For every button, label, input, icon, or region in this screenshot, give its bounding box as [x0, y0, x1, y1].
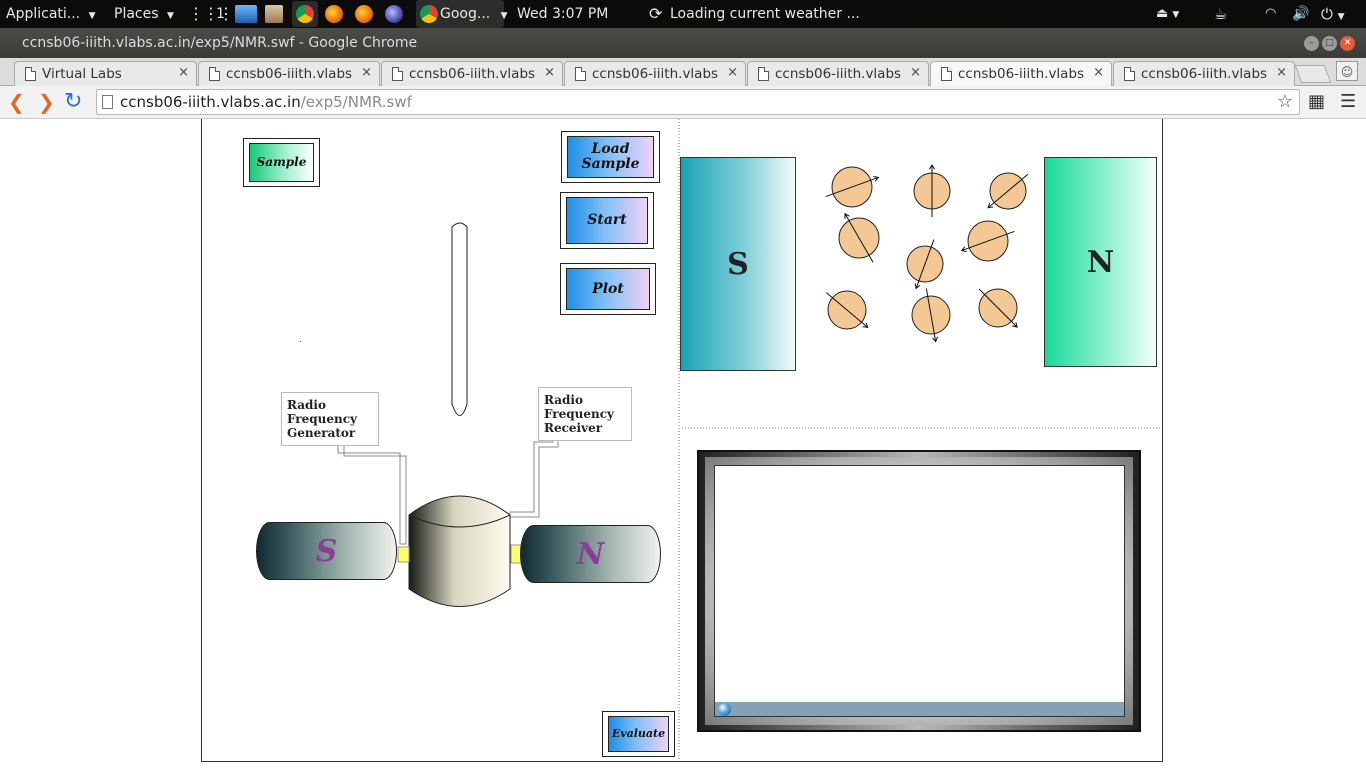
bookmark-star-icon[interactable]: ☆ — [1277, 90, 1293, 114]
browser-toolbar: ❮ ❯ ↻ ccnsb06-iiith.vlabs.ac.in/exp5/NMR… — [0, 86, 1366, 119]
tab-label: ccnsb06-iiith.vlabs — [775, 66, 902, 82]
tab-label: ccnsb06-iiith.vlabs — [592, 66, 719, 82]
page-icon — [941, 67, 952, 81]
tab-label: Virtual Labs — [42, 66, 122, 82]
tab-ccnsb06-1[interactable]: ccnsb06-iiith.vlabs × — [198, 61, 380, 87]
coffee-icon[interactable]: ☕ — [1214, 0, 1227, 28]
sample-cylinder — [408, 495, 511, 607]
wifi-icon[interactable]: ◠ — [1265, 0, 1276, 28]
window-title: ccnsb06-iiith.vlabs.ac.in/exp5/NMR.swf -… — [22, 35, 418, 51]
reload-icon[interactable]: ↻ — [64, 90, 82, 114]
chrome-icon — [420, 5, 438, 23]
applications-menu-label: Applicati... — [6, 6, 81, 22]
tab-virtual-labs[interactable]: Virtual Labs × — [14, 61, 197, 87]
rf-generator-label: Radio Frequency Generator — [281, 392, 379, 446]
page-icon — [1124, 67, 1135, 81]
workspace-number[interactable]: 1 — [216, 0, 225, 28]
tab-ccnsb06-2[interactable]: ccnsb06-iiith.vlabs × — [381, 61, 563, 87]
big-magnet-south-label: S — [727, 246, 749, 282]
url-path: /exp5/NMR.swf — [300, 93, 412, 111]
address-bar[interactable]: ccnsb06-iiith.vlabs.ac.in/exp5/NMR.swf ☆ — [96, 89, 1300, 115]
back-icon[interactable]: ❮ — [8, 90, 25, 114]
profile-icon[interactable]: ☺ — [1336, 61, 1358, 81]
rf-connector-left — [397, 546, 410, 563]
tab-close-icon[interactable]: × — [1276, 65, 1287, 80]
screen-taskbar — [715, 702, 1124, 716]
eject-icon[interactable]: ⏏ ▼ — [1156, 0, 1179, 28]
places-menu[interactable]: Places ▼ — [114, 0, 174, 28]
tab-close-icon[interactable]: × — [178, 65, 189, 80]
tab-ccnsb06-3[interactable]: ccnsb06-iiith.vlabs × — [564, 61, 746, 87]
files-icon[interactable] — [265, 5, 283, 23]
new-tab-button[interactable] — [1294, 65, 1332, 83]
forward-icon[interactable]: ❯ — [38, 90, 55, 114]
page-icon — [575, 67, 586, 81]
magnet-north-label: N — [576, 537, 605, 572]
url-host: ccnsb06-iiith.vlabs.ac.in — [120, 93, 301, 111]
volume-icon[interactable]: 🔊 — [1292, 0, 1309, 28]
tab-ccnsb06-6[interactable]: ccnsb06-iiith.vlabs × — [1113, 61, 1295, 87]
maximize-button[interactable]: □ — [1322, 36, 1337, 51]
screen-icon[interactable] — [235, 5, 257, 23]
workspace-grid-icon[interactable]: ⋮⋮⋮ — [188, 0, 234, 28]
chevron-down-icon: ▼ — [500, 11, 508, 21]
close-window-button[interactable]: ✕ — [1340, 36, 1355, 51]
refresh-icon[interactable]: ⟳ — [649, 0, 662, 28]
power-icon[interactable]: ⏻ ▼ — [1321, 0, 1345, 28]
firefox-icon[interactable] — [325, 5, 343, 23]
menu-icon[interactable]: ☰ — [1340, 90, 1356, 114]
plot-screen — [697, 450, 1141, 732]
tab-label: ccnsb06-iiith.vlabs — [409, 66, 536, 82]
tab-close-icon[interactable]: × — [910, 65, 921, 80]
plot-display — [714, 465, 1125, 717]
minimize-button[interactable]: – — [1304, 36, 1319, 51]
chrome-task-label: Goog... — [440, 6, 491, 22]
system-top-panel: Applicati... ▼ Places ▼ ⋮⋮⋮ 1 Goog... ▼ … — [0, 0, 1366, 28]
tab-strip: Virtual Labs × ccnsb06-iiith.vlabs × ccn… — [0, 58, 1366, 88]
tab-close-icon[interactable]: × — [727, 65, 738, 80]
tab-label: ccnsb06-iiith.vlabs — [226, 66, 353, 82]
magnet-south: S — [256, 522, 397, 580]
page-icon — [392, 67, 403, 81]
clock[interactable]: Wed 3:07 PM — [517, 0, 608, 28]
chrome-icon — [296, 5, 314, 23]
tab-close-icon[interactable]: × — [361, 65, 372, 80]
eclipse-icon[interactable] — [385, 5, 403, 23]
chevron-down-icon: ▼ — [88, 11, 96, 21]
chrome-launcher[interactable] — [292, 1, 318, 27]
sample-tube — [451, 222, 468, 416]
chrome-task-button[interactable]: Goog... ▼ — [416, 0, 508, 28]
tab-label: ccnsb06-iiith.vlabs — [1141, 66, 1268, 82]
tab-close-icon[interactable]: × — [1093, 65, 1104, 80]
rf-receiver-label: Radio Frequency Receiver — [538, 387, 632, 441]
big-magnet-south: S — [680, 157, 796, 371]
nmr-simulation-stage[interactable]: Sample Load Sample Start Plot Evaluate S… — [201, 119, 1163, 762]
magnet-north: N — [520, 525, 661, 583]
firefox-icon[interactable] — [355, 5, 373, 23]
start-orb-icon — [718, 703, 731, 716]
weather-status[interactable]: Loading current weather ... — [670, 0, 860, 28]
stray-dot — [300, 341, 301, 342]
page-icon — [102, 95, 113, 109]
page-icon — [758, 67, 769, 81]
page-icon — [25, 67, 36, 81]
chevron-down-icon: ▼ — [166, 11, 174, 21]
magnet-south-label: S — [315, 534, 338, 569]
extension-film-icon[interactable]: ▦ — [1308, 90, 1325, 114]
places-menu-label: Places — [114, 6, 159, 22]
tab-ccnsb06-4[interactable]: ccnsb06-iiith.vlabs × — [747, 61, 929, 87]
tab-ccnsb06-active[interactable]: ccnsb06-iiith.vlabs × — [930, 61, 1112, 88]
window-titlebar: ccnsb06-iiith.vlabs.ac.in/exp5/NMR.swf -… — [0, 28, 1366, 58]
tab-close-icon[interactable]: × — [544, 65, 555, 80]
nuclear-spins — [825, 164, 1029, 343]
big-magnet-north: N — [1044, 157, 1157, 367]
address-url: ccnsb06-iiith.vlabs.ac.in/exp5/NMR.swf — [120, 90, 412, 114]
big-magnet-north-label: N — [1086, 244, 1115, 280]
applications-menu[interactable]: Applicati... ▼ — [6, 0, 96, 28]
page-icon — [209, 67, 220, 81]
tab-label: ccnsb06-iiith.vlabs — [958, 66, 1085, 82]
